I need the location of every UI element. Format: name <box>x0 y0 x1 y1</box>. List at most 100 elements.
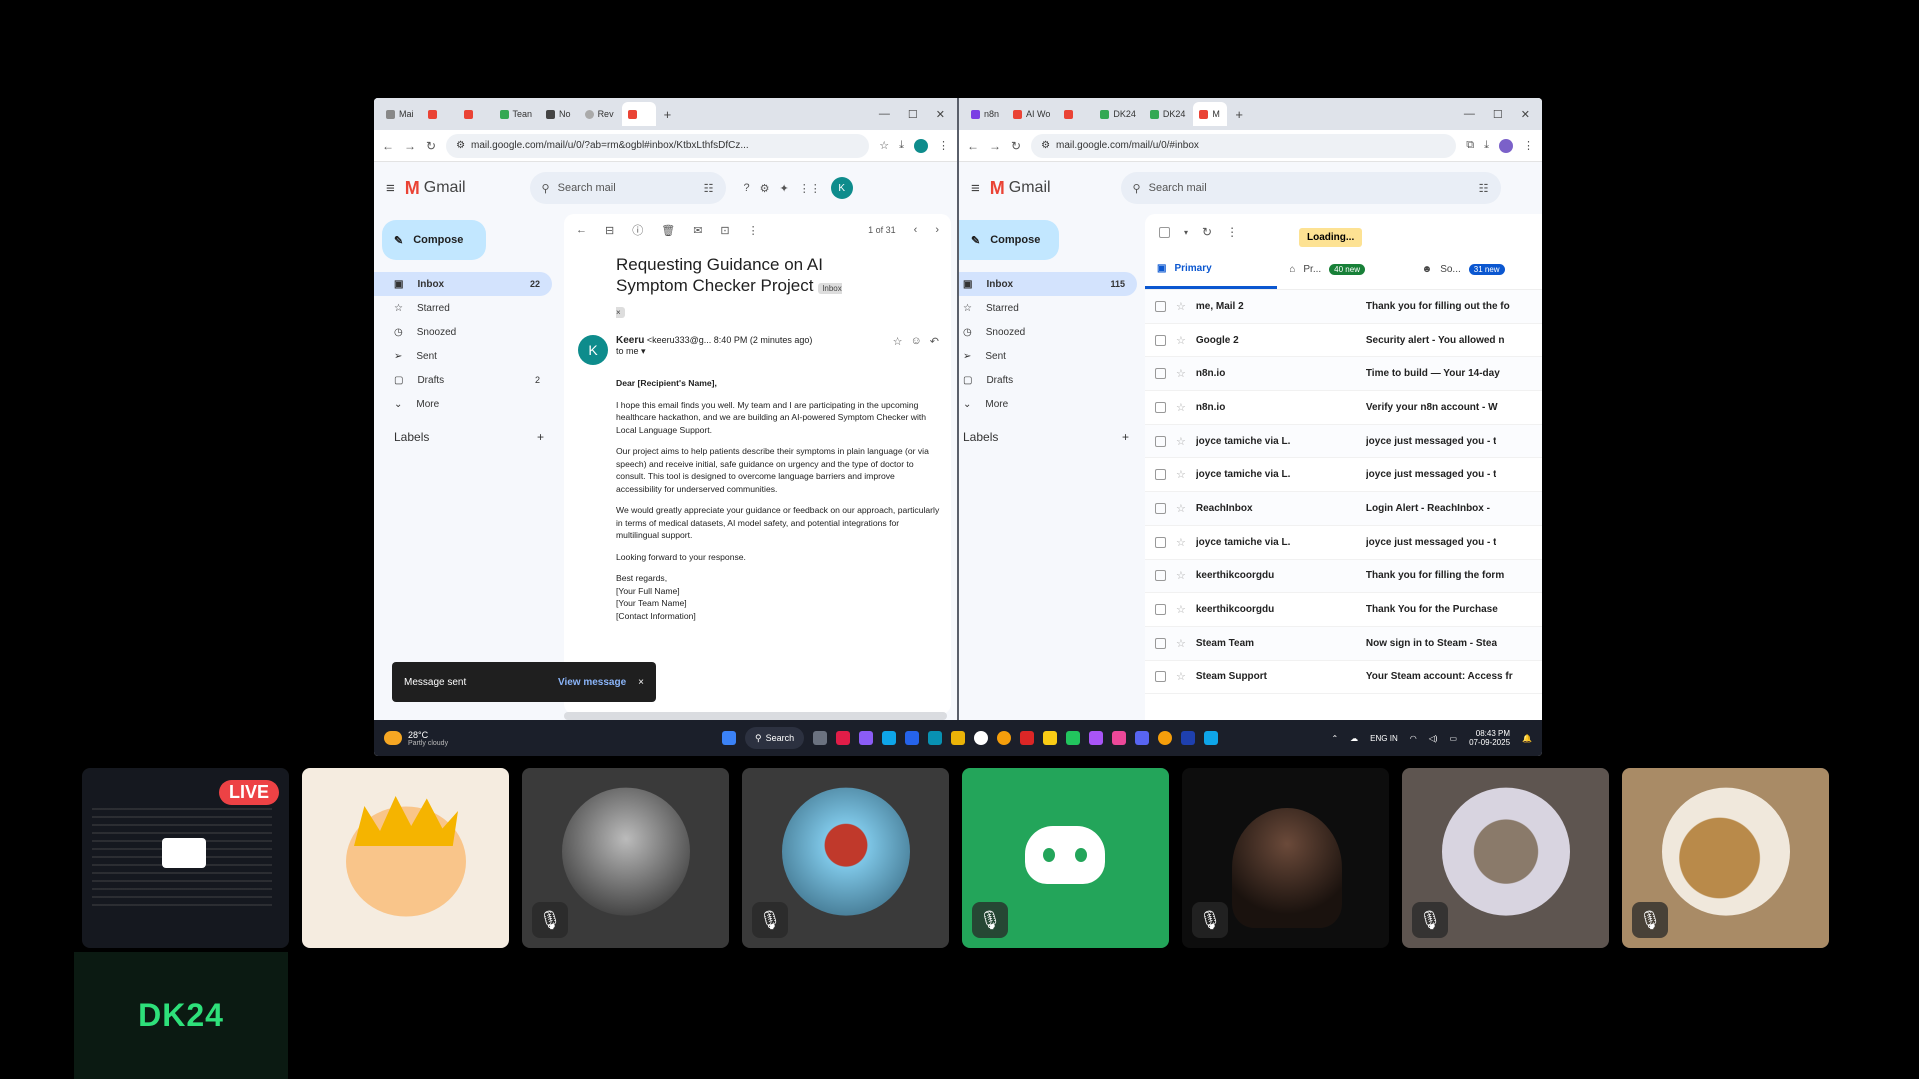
vscode-icon[interactable] <box>1204 731 1219 745</box>
new-tab-icon[interactable]: + <box>1235 107 1243 122</box>
forward-icon[interactable]: → <box>404 139 416 153</box>
address-bar[interactable]: ⚙ mail.google.com/mail/u/0/?ab=rm&ogbl#in… <box>446 133 870 158</box>
participant-tile-cat[interactable]: 🎙 <box>1402 768 1609 948</box>
right-tab[interactable]: DK24 <box>1094 102 1142 126</box>
add-label-icon[interactable]: + <box>537 430 544 444</box>
apps-grid-icon[interactable]: ⋮⋮ <box>799 182 821 195</box>
more-actions-icon[interactable]: ⋮ <box>748 224 759 237</box>
sidebar-item-sent[interactable]: ➢ Sent <box>959 344 1137 368</box>
chrome-icon[interactable] <box>1158 731 1173 745</box>
report-spam-icon[interactable]: ⓘ <box>632 222 643 238</box>
move-to-icon[interactable]: ⊡ <box>720 224 729 237</box>
email-row[interactable]: ☆ Steam Support Your Steam account: Access… <box>1145 661 1542 695</box>
taskbar-search[interactable]: ⚲ Search <box>745 727 805 749</box>
chevron-up-icon[interactable]: ⌃ <box>1331 734 1338 743</box>
compose-button[interactable]: ✎ Compose <box>959 220 1059 260</box>
participant-tile-screen-share[interactable]: LIVE <box>82 768 289 948</box>
reload-icon[interactable]: ↻ <box>426 139 436 153</box>
address-bar[interactable]: ⚙ mail.google.com/mail/u/0/#inbox <box>1031 133 1457 158</box>
star-icon[interactable]: ☆ <box>1176 637 1186 650</box>
search-options-icon[interactable]: ☷ <box>704 182 714 195</box>
help-icon[interactable]: ? <box>744 182 750 194</box>
browser-menu-icon[interactable]: ⋮ <box>938 139 949 152</box>
participant-tile-dark[interactable]: 🎙 <box>1182 768 1389 948</box>
right-tab[interactable]: AI Wo <box>1007 102 1056 126</box>
select-dropdown-icon[interactable]: ▾ <box>1184 228 1188 237</box>
sidebar-item-starred[interactable]: ☆ Starred <box>959 296 1137 320</box>
gmail-logo[interactable]: M Gmail <box>990 178 1051 199</box>
account-avatar[interactable]: K <box>830 177 853 199</box>
search-options-icon[interactable]: ☷ <box>1479 182 1489 195</box>
menu-icon[interactable]: ≡ <box>386 180 395 197</box>
star-icon[interactable]: ☆ <box>1176 300 1186 313</box>
row-checkbox[interactable] <box>1155 401 1166 413</box>
close-icon[interactable]: ✕ <box>1521 108 1530 121</box>
search-input[interactable]: ⚲ Search mail ☷ <box>529 172 726 204</box>
star-icon[interactable]: ☆ <box>1176 502 1186 515</box>
prev-icon[interactable]: ‹ <box>914 224 918 236</box>
close-icon[interactable]: ✕ <box>936 108 945 121</box>
profile-avatar[interactable] <box>914 138 928 153</box>
more-actions-icon[interactable]: ⋮ <box>1226 225 1238 239</box>
row-checkbox[interactable] <box>1155 300 1166 312</box>
discord-icon[interactable] <box>1135 731 1150 745</box>
sidebar-item-starred[interactable]: ☆ Starred <box>374 296 552 320</box>
maximize-icon[interactable]: ☐ <box>1493 108 1503 121</box>
app-icon[interactable] <box>1043 731 1058 745</box>
app-icon[interactable] <box>1112 731 1127 745</box>
refresh-icon[interactable]: ↻ <box>1202 225 1212 239</box>
volume-icon[interactable]: ◁) <box>1429 734 1438 743</box>
gmail-logo[interactable]: M Gmail <box>405 178 466 199</box>
browser-menu-icon[interactable]: ⋮ <box>1523 139 1534 152</box>
left-tab[interactable]: Tean <box>494 102 539 126</box>
star-icon[interactable]: ☆ <box>1176 569 1186 582</box>
row-checkbox[interactable] <box>1155 604 1166 616</box>
left-tab-active[interactable] <box>621 102 656 126</box>
select-all-checkbox[interactable] <box>1159 226 1170 238</box>
app-icon[interactable] <box>1089 731 1104 745</box>
file-explorer-icon[interactable] <box>951 731 966 745</box>
sidebar-item-more[interactable]: ⌄ More <box>374 392 552 416</box>
clock[interactable]: 08:43 PM 07-09-2025 <box>1469 729 1510 747</box>
battery-icon[interactable]: ▭ <box>1450 734 1458 743</box>
right-tab[interactable]: DK24 <box>1144 102 1192 126</box>
start-icon[interactable] <box>722 731 736 745</box>
chrome-icon[interactable] <box>997 731 1012 745</box>
extensions-icon[interactable]: ⧉ <box>1466 139 1474 152</box>
star-icon[interactable]: ☆ <box>1176 367 1186 380</box>
right-tab[interactable] <box>1058 102 1092 126</box>
star-icon[interactable]: ☆ <box>1176 334 1186 347</box>
weather-widget[interactable]: 28°C Partly cloudy <box>384 730 448 747</box>
minimize-icon[interactable]: — <box>1464 108 1475 121</box>
star-icon[interactable]: ☆ <box>1176 670 1186 683</box>
tab-primary[interactable]: ▣ Primary <box>1145 250 1278 289</box>
left-tab[interactable]: No <box>540 102 577 126</box>
sidebar-item-drafts[interactable]: ▢ Drafts <box>959 368 1137 392</box>
back-arrow-icon[interactable]: ← <box>576 224 587 236</box>
site-info-icon[interactable]: ⚙ <box>456 140 465 151</box>
star-icon[interactable]: ☆ <box>1176 435 1186 448</box>
email-row[interactable]: ☆ joyce tamiche via L. joyce just messaged… <box>1145 526 1542 560</box>
menu-icon[interactable]: ≡ <box>971 180 980 197</box>
row-checkbox[interactable] <box>1155 334 1166 346</box>
add-label-icon[interactable]: + <box>1122 430 1129 444</box>
left-tab[interactable]: Rev <box>579 102 620 126</box>
sidebar-item-drafts[interactable]: ▢ Drafts 2 <box>374 368 552 392</box>
participant-tile-person[interactable]: 🎙 <box>522 768 729 948</box>
notification-icon[interactable]: 🔔 <box>1522 734 1532 743</box>
row-checkbox[interactable] <box>1155 502 1166 514</box>
snackbar-close-icon[interactable]: × <box>638 677 644 688</box>
compose-button[interactable]: ✎ Compose <box>382 220 486 260</box>
github-icon[interactable] <box>974 731 989 745</box>
search-input[interactable]: ⚲ Search mail ☷ <box>1120 172 1501 204</box>
back-icon[interactable]: ← <box>382 139 394 153</box>
email-row[interactable]: ☆ keerthikcoorgdu Thank you for filling th… <box>1145 559 1542 594</box>
gemini-icon[interactable]: ✦ <box>780 182 789 195</box>
sidebar-item-inbox[interactable]: ▣ Inbox 115 <box>959 272 1137 296</box>
participant-tile-discord[interactable]: 🎙 <box>962 768 1169 948</box>
star-icon[interactable]: ☆ <box>1176 468 1186 481</box>
star-icon[interactable]: ☆ <box>1176 536 1186 549</box>
delete-icon[interactable]: 🗑 <box>661 224 675 237</box>
email-row[interactable]: ☆ Google 2 Security alert - You allowed n <box>1145 324 1542 358</box>
next-icon[interactable]: › <box>935 224 939 236</box>
